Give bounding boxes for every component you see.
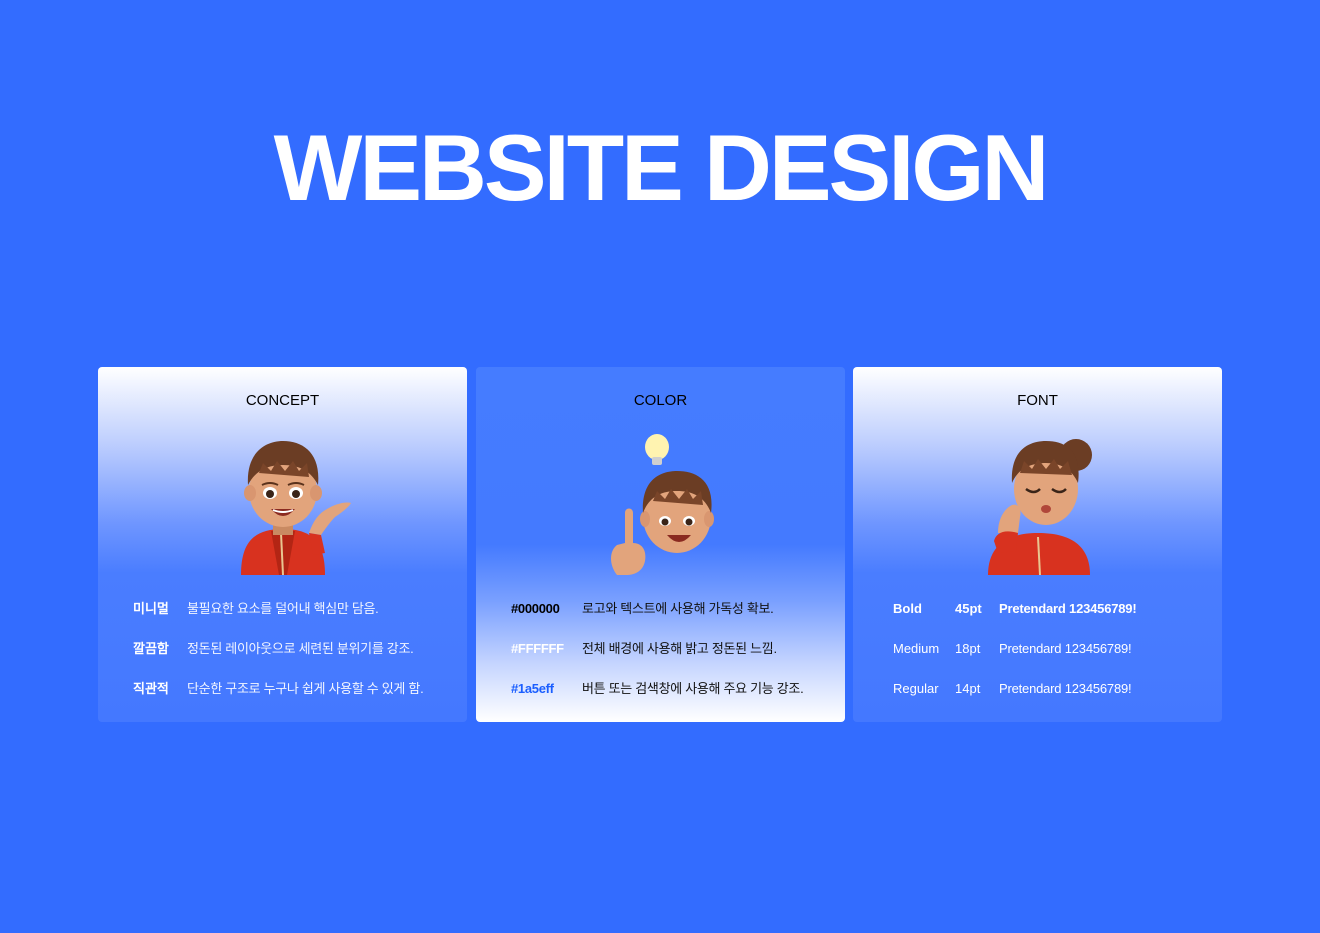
concept-card: CONCEPT 미니멀 불필요한 요소를 덜어내 핵심만 담음. 깔끔함 정돈된… [98, 367, 467, 722]
concept-label: 직관적 [133, 681, 169, 696]
font-weight-label: Medium [893, 641, 940, 656]
font-card: FONT Bold 45pt Pretendard 123456789! Med… [853, 367, 1222, 722]
concept-label: 깔끔함 [133, 641, 169, 656]
color-description: 전체 배경에 사용해 밝고 정돈된 느낌. [582, 641, 777, 656]
concept-card-title: CONCEPT [245, 392, 320, 409]
font-weight-label: Regular [893, 681, 939, 696]
page-title: WEBSITE DESIGN [273, 115, 1050, 220]
color-card: COLOR #000000 로고와 텍스트에 사용해 가독성 확보. #FFFF… [476, 367, 845, 722]
color-code: #FFFFFF [511, 641, 564, 656]
font-sample: Pretendard 123456789! [999, 601, 1137, 616]
font-sample: Pretendard 123456789! [999, 641, 1132, 656]
color-card-title: COLOR [633, 392, 688, 409]
font-size-label: 14pt [955, 681, 981, 696]
font-weight-label: Bold [893, 601, 922, 616]
font-size-label: 45pt [955, 601, 982, 616]
page: WEBSITE DESIGN CONCEPT 미니멀 불필요한 요소를 덜어내 … [0, 0, 1320, 933]
memoji-kiss-icon [988, 439, 1092, 575]
list-item: #1a5eff 버튼 또는 검색창에 사용해 주요 기능 강조. [476, 679, 845, 699]
concept-description: 정돈된 레이아웃으로 세련된 분위기를 강조. [187, 641, 414, 656]
list-item: Medium 18pt Pretendard 123456789! [853, 639, 1222, 659]
color-description: 로고와 텍스트에 사용해 가독성 확보. [582, 601, 774, 616]
color-code: #1a5eff [511, 681, 554, 696]
concept-description: 단순한 구조로 누구나 쉽게 사용할 수 있게 함. [187, 681, 424, 696]
font-card-title: FONT [1017, 392, 1058, 409]
concept-label: 미니멀 [133, 601, 169, 616]
font-sample: Pretendard 123456789! [999, 681, 1132, 696]
color-description: 버튼 또는 검색창에 사용해 주요 기능 강조. [582, 681, 804, 696]
list-item: Bold 45pt Pretendard 123456789! [853, 599, 1222, 619]
memoji-idea-icon [611, 434, 714, 575]
list-item: 직관적 단순한 구조로 누구나 쉽게 사용할 수 있게 함. [98, 679, 467, 699]
list-item: #000000 로고와 텍스트에 사용해 가독성 확보. [476, 599, 845, 619]
color-code: #000000 [511, 601, 560, 616]
memoji-presenting-icon [241, 441, 351, 575]
list-item: 미니멀 불필요한 요소를 덜어내 핵심만 담음. [98, 599, 467, 619]
concept-description: 불필요한 요소를 덜어내 핵심만 담음. [187, 601, 379, 616]
list-item: 깔끔함 정돈된 레이아웃으로 세련된 분위기를 강조. [98, 639, 467, 659]
font-size-label: 18pt [955, 641, 981, 656]
list-item: Regular 14pt Pretendard 123456789! [853, 679, 1222, 699]
list-item: #FFFFFF 전체 배경에 사용해 밝고 정돈된 느낌. [476, 639, 845, 659]
